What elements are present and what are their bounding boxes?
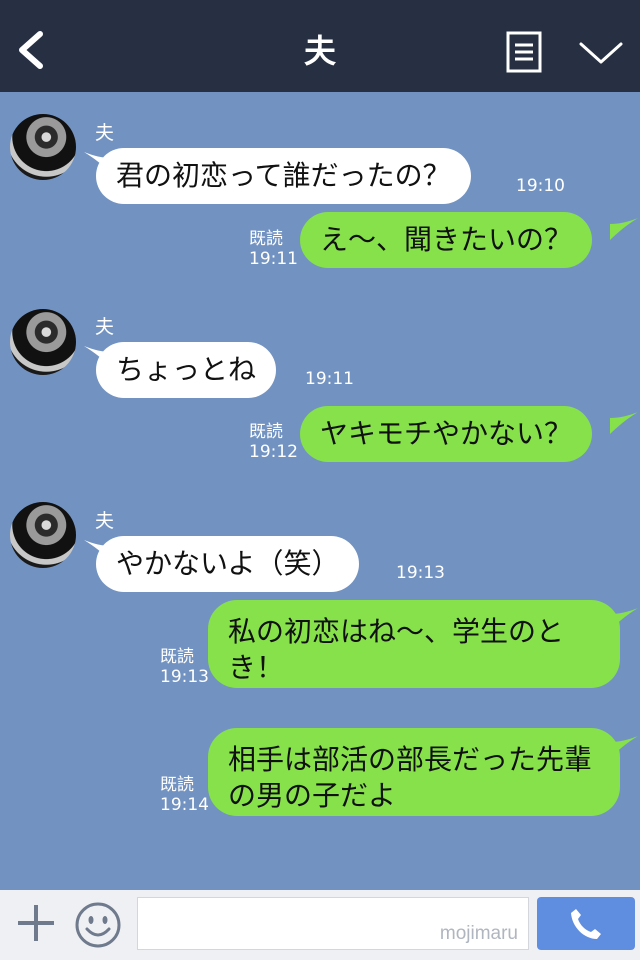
message-time: 19:13 [160, 667, 209, 687]
smiley-icon[interactable] [74, 901, 122, 949]
outgoing-message-bubble[interactable]: ヤキモチやかない？ [300, 406, 593, 462]
message-time: 19:10 [516, 176, 565, 196]
sender-name: 夫 [95, 122, 115, 144]
incoming-message-bubble[interactable]: やかないよ（笑） [96, 536, 360, 592]
plus-icon[interactable] [14, 901, 58, 945]
outgoing-message-bubble[interactable]: 私の初恋はね〜、学生のとき！ [208, 600, 620, 688]
incoming-message-bubble[interactable]: 君の初恋って誰だったの？ [96, 148, 471, 204]
message-input[interactable]: mojimaru [137, 897, 529, 950]
avatar[interactable] [10, 114, 76, 180]
message-read-status: 既読 [249, 229, 283, 249]
avatar[interactable] [10, 502, 76, 568]
message-read-status: 既読 [160, 647, 194, 667]
message-time: 19:14 [160, 795, 209, 815]
message-time: 19:12 [249, 442, 298, 462]
message-time: 19:13 [396, 563, 445, 583]
message-time: 19:11 [249, 249, 298, 269]
message-read-status: 既読 [160, 775, 194, 795]
chat-title: 夫 [303, 32, 336, 70]
incoming-message-bubble[interactable]: ちょっとね [96, 342, 277, 398]
message-time: 19:11 [305, 369, 354, 389]
sender-name: 夫 [95, 510, 115, 532]
bubble-tail [610, 218, 638, 240]
call-button[interactable] [537, 897, 635, 950]
avatar[interactable] [10, 309, 76, 375]
outgoing-message-bubble[interactable]: え〜、聞きたいの？ [300, 212, 593, 268]
bubble-tail [610, 412, 638, 434]
phone-icon [571, 909, 601, 939]
chat-header: 夫 [0, 0, 640, 92]
watermark: mojimaru [439, 923, 518, 944]
notes-icon[interactable] [506, 31, 542, 73]
message-read-status: 既読 [249, 422, 283, 442]
chevron-down-icon[interactable] [578, 38, 624, 68]
message-list[interactable]: 夫 君の初恋って誰だったの？ 19:10 既読 19:11 え〜、聞きたいの？ … [0, 92, 640, 890]
sender-name: 夫 [95, 316, 115, 338]
outgoing-message-bubble[interactable]: 相手は部活の部長だった先輩の男の子だよ [208, 728, 620, 816]
